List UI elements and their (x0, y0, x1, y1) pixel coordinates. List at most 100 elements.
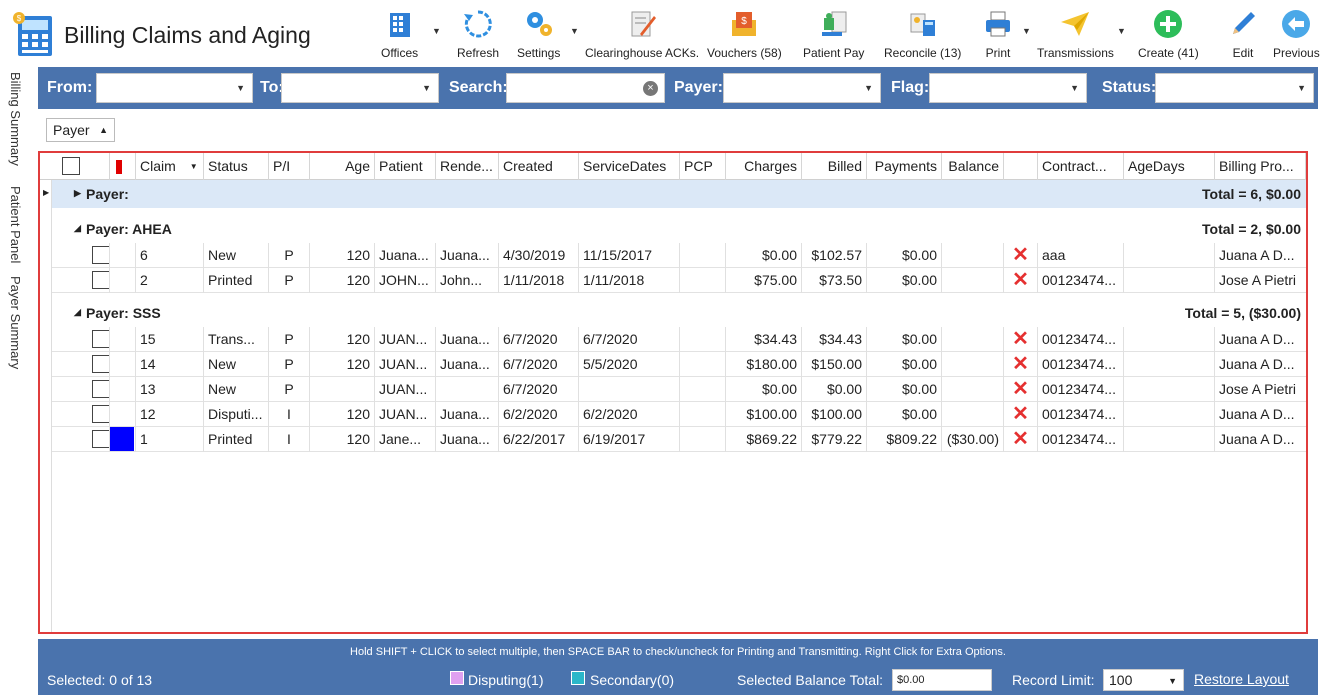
row-checkbox[interactable] (92, 405, 109, 423)
row-checkbox[interactable] (92, 430, 109, 448)
flag-cell[interactable] (110, 243, 136, 268)
column-header[interactable]: Contract... (1038, 153, 1124, 180)
chevron-down-icon[interactable]: ▼ (1070, 83, 1079, 93)
table-row[interactable]: 13 New P JUAN... 6/7/2020 $0.00 $0.00 $0.00 ✕ 001… (52, 377, 1306, 402)
settings-dropdown-caret[interactable]: ▼ (570, 26, 579, 36)
column-header[interactable]: P/I (269, 153, 310, 180)
select-all-checkbox[interactable] (62, 157, 80, 175)
row-checkbox[interactable] (92, 246, 109, 264)
delete-cell[interactable]: ✕ (1004, 352, 1038, 377)
column-header[interactable]: Balance (942, 153, 1004, 180)
delete-x-icon[interactable]: ✕ (1012, 428, 1029, 450)
edit-button[interactable]: Edit (1225, 6, 1261, 64)
column-header[interactable]: Billed (802, 153, 867, 180)
transmissions-dropdown-caret[interactable]: ▼ (1117, 26, 1126, 36)
table-row[interactable]: 2 Printed P 120 JOHN... John... 1/11/2018 1/11/… (52, 268, 1306, 293)
delete-cell[interactable]: ✕ (1004, 377, 1038, 402)
chevron-down-icon[interactable]: ▼ (422, 83, 431, 93)
table-row[interactable]: 14 New P 120 JUAN... Juana... 6/7/2020 5/5/2020… (52, 352, 1306, 377)
column-header[interactable] (1004, 153, 1038, 180)
patient-pay-button[interactable]: Patient Pay (803, 6, 864, 64)
delete-x-icon[interactable]: ✕ (1012, 378, 1029, 400)
previous-button[interactable]: Previous (1273, 6, 1320, 64)
offices-dropdown-caret[interactable]: ▼ (432, 26, 441, 36)
group-header-row[interactable]: ◢ Payer: SSS Total = 5, ($30.00) (52, 299, 1306, 327)
caret-expanded-icon[interactable]: ◢ (74, 223, 81, 234)
row-checkbox[interactable] (92, 330, 109, 348)
to-date-picker[interactable]: ▼ (281, 73, 439, 103)
flag-cell[interactable] (110, 268, 136, 293)
column-header[interactable]: Patient (375, 153, 436, 180)
flag-column-header[interactable] (110, 153, 136, 180)
column-header[interactable]: Payments (867, 153, 942, 180)
delete-x-icon[interactable]: ✕ (1012, 269, 1029, 291)
flag-cell[interactable] (110, 377, 136, 402)
flag-cell[interactable] (110, 327, 136, 352)
column-header[interactable]: Claim ▼ (136, 153, 204, 180)
table-row[interactable]: 6 New P 120 Juana... Juana... 4/30/2019 11/15/2… (52, 243, 1306, 268)
delete-cell[interactable]: ✕ (1004, 243, 1038, 268)
column-header[interactable]: Created (499, 153, 579, 180)
delete-cell[interactable]: ✕ (1004, 268, 1038, 293)
caret-expanded-icon[interactable]: ◢ (74, 307, 81, 318)
clear-search-icon[interactable]: × (643, 81, 658, 96)
secondary-legend[interactable]: Secondary(0) (590, 672, 674, 688)
table-row[interactable]: 1 Printed I 120 Jane... Juana... 6/22/2017 6/19… (52, 427, 1306, 452)
reconcile-button[interactable]: Reconcile (13) (884, 6, 961, 64)
column-header[interactable]: AgeDays (1124, 153, 1215, 180)
delete-cell[interactable]: ✕ (1004, 327, 1038, 352)
column-header[interactable]: Age (310, 153, 375, 180)
column-header[interactable]: Rende... (436, 153, 499, 180)
create-button[interactable]: Create (41) (1138, 6, 1199, 64)
flag-cell[interactable] (110, 402, 136, 427)
flag-cell[interactable] (110, 427, 136, 452)
table-row[interactable]: 12 Disputi... I 120 JUAN... Juana... 6/2/2020 6… (52, 402, 1306, 427)
settings-button[interactable]: Settings (517, 6, 560, 64)
caret-collapsed-icon[interactable]: ▶ (74, 188, 81, 199)
from-date-picker[interactable]: ▼ (96, 73, 253, 103)
payer-select[interactable]: ▼ (723, 73, 881, 103)
tab-billing-summary[interactable]: Billing Summary (8, 72, 23, 166)
group-header-row[interactable]: ▶ Payer: Total = 6, $0.00 (52, 180, 1306, 208)
print-dropdown-caret[interactable]: ▼ (1022, 26, 1031, 36)
table-row[interactable]: 15 Trans... P 120 JUAN... Juana... 6/7/2020 6/7… (52, 327, 1306, 352)
chevron-down-icon[interactable]: ▼ (864, 83, 873, 93)
column-header[interactable]: PCP (680, 153, 726, 180)
restore-layout-link[interactable]: Restore Layout (1194, 671, 1289, 687)
chevron-down-icon[interactable]: ▼ (236, 83, 245, 93)
sort-descending-icon[interactable]: ▼ (190, 162, 198, 171)
row-checkbox[interactable] (92, 271, 109, 289)
caret-right-icon[interactable]: ▶ (43, 188, 49, 197)
column-header[interactable]: Charges (726, 153, 802, 180)
tab-payer-summary[interactable]: Payer Summary (8, 276, 23, 369)
column-header[interactable]: ServiceDates (579, 153, 680, 180)
column-header[interactable]: Status (204, 153, 269, 180)
select-all-checkbox-header[interactable] (54, 153, 110, 180)
chevron-down-icon[interactable]: ▼ (1297, 83, 1306, 93)
transmissions-button[interactable]: Transmissions (1037, 6, 1114, 64)
record-limit-select[interactable]: 100 ▼ (1103, 669, 1184, 691)
status-select[interactable]: ▼ (1155, 73, 1314, 103)
flag-cell[interactable] (110, 352, 136, 377)
chevron-down-icon[interactable]: ▼ (1168, 676, 1177, 686)
flag-select[interactable]: ▼ (929, 73, 1087, 103)
sort-ascending-icon[interactable]: ▲ (99, 125, 108, 135)
offices-button[interactable]: Offices (381, 6, 418, 64)
vouchers-button[interactable]: $ Vouchers (58) (707, 6, 782, 64)
group-by-payer-chip[interactable]: Payer ▲ (46, 118, 115, 142)
group-header-row[interactable]: ◢ Payer: AHEA Total = 2, $0.00 (52, 215, 1306, 243)
delete-x-icon[interactable]: ✕ (1012, 353, 1029, 375)
delete-x-icon[interactable]: ✕ (1012, 403, 1029, 425)
column-header[interactable]: Billing Pro... (1215, 153, 1306, 180)
row-checkbox[interactable] (92, 380, 109, 398)
delete-cell[interactable]: ✕ (1004, 427, 1038, 452)
search-input[interactable]: × (506, 73, 665, 103)
selected-balance-field[interactable]: $0.00 (892, 669, 992, 691)
delete-x-icon[interactable]: ✕ (1012, 244, 1029, 266)
disputing-legend[interactable]: Disputing(1) (468, 672, 543, 688)
delete-cell[interactable]: ✕ (1004, 402, 1038, 427)
print-button[interactable]: Print (980, 6, 1016, 64)
clearinghouse-acks-button[interactable]: Clearinghouse ACKs. (585, 6, 699, 64)
delete-x-icon[interactable]: ✕ (1012, 328, 1029, 350)
tab-patient-panel[interactable]: Patient Panel (8, 186, 23, 263)
